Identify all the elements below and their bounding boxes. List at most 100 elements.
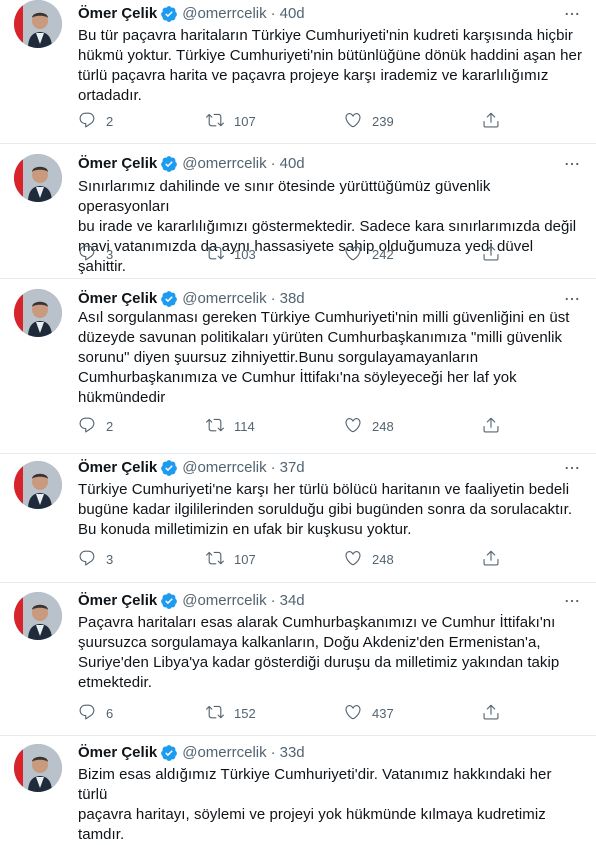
tweet-text: Paçavra haritaları esas alarak Cumhurbaş…	[78, 614, 560, 691]
tweet-actions: 3 107 248	[78, 549, 508, 569]
like-count: 248	[372, 418, 394, 434]
share-icon	[482, 244, 500, 265]
separator-dot: ·	[270, 290, 276, 307]
tweet-time[interactable]: 40d	[280, 154, 305, 174]
share-button[interactable]	[482, 111, 500, 132]
reply-count: 2	[106, 113, 114, 129]
tweet-time[interactable]: 38d	[280, 289, 305, 309]
reply-icon	[78, 549, 96, 570]
verified-badge-icon	[160, 155, 178, 173]
author-handle[interactable]: @omerrcelik	[182, 743, 266, 763]
tweet-header: Ömer Çelik @omerrcelik · 38d	[78, 289, 584, 309]
heart-icon	[344, 111, 362, 132]
share-button[interactable]	[482, 244, 500, 265]
avatar[interactable]	[14, 461, 62, 509]
like-button[interactable]: 239	[344, 111, 394, 132]
avatar[interactable]	[14, 289, 62, 337]
like-count: 239	[372, 113, 394, 129]
tweet[interactable]: Ömer Çelik @omerrcelik · 33d Bizim esas …	[0, 736, 596, 843]
author-handle[interactable]: @omerrcelik	[182, 154, 266, 174]
avatar[interactable]	[14, 744, 62, 792]
reply-icon	[78, 111, 96, 132]
tweet-time[interactable]: 37d	[280, 458, 305, 478]
retweet-button[interactable]: 107	[206, 549, 256, 570]
share-icon	[482, 111, 500, 132]
author-name[interactable]: Ömer Çelik	[78, 4, 157, 24]
like-button[interactable]: 248	[344, 549, 394, 570]
author-name[interactable]: Ömer Çelik	[78, 289, 157, 309]
author-handle[interactable]: @omerrcelik	[182, 458, 266, 478]
like-button[interactable]: 437	[344, 703, 394, 724]
retweet-count: 152	[234, 705, 256, 721]
verified-badge-icon	[160, 459, 178, 477]
author-handle[interactable]: @omerrcelik	[182, 591, 266, 611]
retweet-button[interactable]: 107	[206, 111, 256, 132]
tweet-text: Bu tür paçavra haritaların Türkiye Cumhu…	[78, 27, 582, 104]
more-dots-icon[interactable]	[560, 458, 584, 478]
reply-count: 6	[106, 705, 114, 721]
retweet-button[interactable]: 103	[206, 244, 256, 265]
more-dots-icon[interactable]	[560, 4, 584, 24]
share-icon	[482, 703, 500, 724]
reply-button[interactable]: 3	[78, 549, 113, 570]
author-handle[interactable]: @omerrcelik	[182, 289, 266, 309]
avatar[interactable]	[14, 592, 62, 640]
verified-badge-icon	[160, 744, 178, 762]
tweet-time[interactable]: 34d	[280, 591, 305, 611]
tweet-header: Ömer Çelik @omerrcelik · 40d	[78, 4, 584, 24]
more-dots-icon[interactable]	[560, 289, 584, 309]
author-name[interactable]: Ömer Çelik	[78, 458, 157, 478]
reply-icon	[78, 244, 96, 265]
share-button[interactable]	[482, 549, 500, 570]
author-name[interactable]: Ömer Çelik	[78, 154, 157, 174]
reply-count: 2	[106, 418, 114, 434]
separator-dot: ·	[270, 155, 276, 172]
tweet-actions: 2 107 239	[78, 111, 508, 131]
heart-icon	[344, 416, 362, 437]
more-dots-icon[interactable]	[560, 154, 584, 174]
tweet[interactable]: Ömer Çelik @omerrcelik · 40d Sınırlarımı…	[0, 144, 596, 279]
tweet-text: Türkiye Cumhuriyeti'ne karşı her türlü b…	[78, 481, 573, 538]
reply-icon	[78, 416, 96, 437]
like-count: 248	[372, 551, 394, 567]
tweet[interactable]: Ömer Çelik @omerrcelik · 38d Asıl sorgul…	[0, 279, 596, 454]
reply-icon	[78, 703, 96, 724]
like-button[interactable]: 248	[344, 416, 394, 437]
reply-button[interactable]: 2	[78, 416, 113, 437]
tweet-time[interactable]: 40d	[280, 4, 305, 24]
tweet[interactable]: Ömer Çelik @omerrcelik · 34d Paçavra har…	[0, 583, 596, 736]
author-name[interactable]: Ömer Çelik	[78, 591, 157, 611]
tweet[interactable]: Ömer Çelik @omerrcelik · 37d Türkiye Cum…	[0, 454, 596, 583]
tweet-actions: 3 103 242	[78, 244, 508, 264]
reply-button[interactable]: 2	[78, 111, 113, 132]
tweet-actions: 2 114 248	[78, 416, 508, 436]
heart-icon	[344, 549, 362, 570]
retweet-button[interactable]: 152	[206, 703, 256, 724]
share-icon	[482, 416, 500, 437]
separator-dot: ·	[270, 744, 276, 761]
verified-badge-icon	[160, 592, 178, 610]
verified-badge-icon	[160, 5, 178, 23]
tweet-feed: Ömer Çelik @omerrcelik · 40d Bu tür paça…	[0, 0, 596, 843]
reply-button[interactable]: 3	[78, 244, 113, 265]
like-count: 437	[372, 705, 394, 721]
heart-icon	[344, 244, 362, 265]
heart-icon	[344, 703, 362, 724]
tweet-header: Ömer Çelik @omerrcelik · 34d	[78, 591, 584, 611]
like-button[interactable]: 242	[344, 244, 394, 265]
more-dots-icon[interactable]	[560, 591, 584, 611]
reply-count: 3	[106, 246, 114, 262]
tweet[interactable]: Ömer Çelik @omerrcelik · 40d Bu tür paça…	[0, 0, 596, 144]
separator-dot: ·	[270, 5, 276, 22]
author-handle[interactable]: @omerrcelik	[182, 4, 266, 24]
tweet-header: Ömer Çelik @omerrcelik · 40d	[78, 154, 584, 174]
share-button[interactable]	[482, 703, 500, 724]
author-name[interactable]: Ömer Çelik	[78, 743, 157, 763]
retweet-icon	[206, 549, 224, 570]
share-button[interactable]	[482, 416, 500, 437]
avatar[interactable]	[14, 0, 62, 48]
avatar[interactable]	[14, 154, 62, 202]
reply-button[interactable]: 6	[78, 703, 113, 724]
retweet-button[interactable]: 114	[206, 416, 255, 437]
tweet-time[interactable]: 33d	[280, 743, 305, 763]
